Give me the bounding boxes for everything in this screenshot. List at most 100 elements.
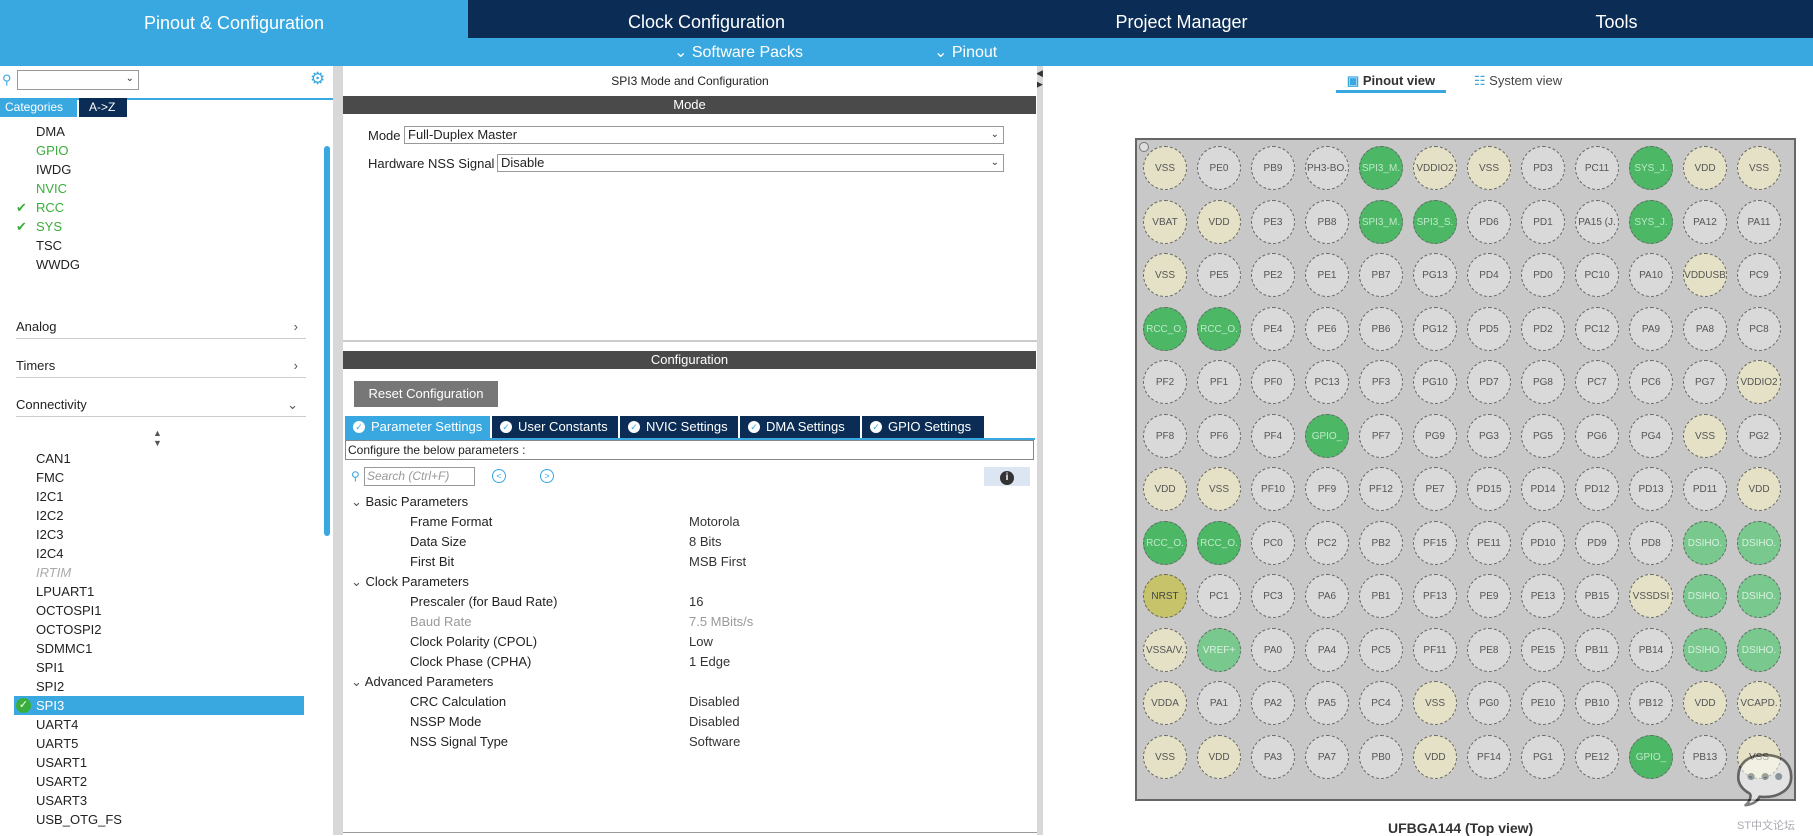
pin-pb1[interactable]: PB1 [1359,574,1403,618]
pin-pf11[interactable]: PF11 [1413,627,1457,672]
collapse-arrow-icon[interactable]: ◀ ▶ [1036,68,1043,90]
pin-pd6[interactable]: PD6 [1467,199,1511,244]
pin-pa8[interactable]: PA8 [1683,306,1727,351]
pin-vssa-v-[interactable]: VSSA/V. [1143,627,1187,672]
gear-icon[interactable]: ⚙ [310,69,325,89]
pin-pg6[interactable]: PG6 [1575,413,1619,458]
pin-vss[interactable]: VSS [1467,146,1511,190]
param-group-header[interactable]: ⌄ Basic Parameters [351,494,468,510]
pin-vss[interactable]: VSS [1737,146,1781,190]
reset-configuration-button[interactable]: Reset Configuration [354,381,498,407]
pin-pb10[interactable]: PB10 [1575,681,1619,725]
pin-vdd[interactable]: VDD [1683,681,1727,725]
tab-dma-settings[interactable]: ✓ DMA Settings [740,416,860,438]
pin-pa4[interactable]: PA4 [1305,627,1349,672]
pin-pa1[interactable]: PA1 [1197,681,1241,725]
pin-pc13[interactable]: PC13 [1305,360,1349,404]
pin-pb8[interactable]: PB8 [1305,199,1349,244]
info-icon[interactable]: i [984,467,1030,486]
tab-tools[interactable]: Tools [1420,6,1813,38]
pin-pe4[interactable]: PE4 [1251,306,1295,351]
pin-pf6[interactable]: PF6 [1197,413,1241,458]
param-group-header[interactable]: ⌄ Clock Parameters [351,574,469,590]
section-timers[interactable]: Timers › [16,358,306,378]
pin-pd11[interactable]: PD11 [1683,467,1727,511]
pin-pc0[interactable]: PC0 [1251,520,1295,565]
pin-vdd[interactable]: VDD [1737,467,1781,511]
section-analog[interactable]: Analog › [16,319,306,339]
pin-pe9[interactable]: PE9 [1467,574,1511,618]
previous-icon[interactable]: < [492,469,506,483]
list-item-spi3[interactable]: ✓ SPI3 [14,696,304,715]
pin-dsiho-[interactable]: DSIHO. [1683,520,1727,565]
param-value[interactable]: 7.5 MBits/s [689,614,753,629]
pin-pf8[interactable]: PF8 [1143,413,1187,458]
pin-pd2[interactable]: PD2 [1521,306,1565,351]
list-item-fmc[interactable]: FMC [14,468,304,487]
tab-nvic-settings[interactable]: ✓ NVIC Settings [620,416,738,438]
param-search-input[interactable]: Search (Ctrl+F) [364,467,475,486]
pin-pf4[interactable]: PF4 [1251,413,1295,458]
pin-rcc-o-[interactable]: RCC_O. [1197,520,1241,565]
pin-pb2[interactable]: PB2 [1359,520,1403,565]
pin-pc11[interactable]: PC11 [1575,146,1619,190]
pin-dsiho-[interactable]: DSIHO. [1683,627,1727,672]
list-item-rcc[interactable]: ✔ RCC [14,198,304,217]
pin-pd13[interactable]: PD13 [1629,467,1673,511]
pin-vddusb[interactable]: VDDUSB [1683,253,1727,297]
list-item-can1[interactable]: CAN1 [14,449,304,468]
pin-pc6[interactable]: PC6 [1629,360,1673,404]
param-group-header[interactable]: ⌄ Advanced Parameters [351,674,493,690]
pin-pa2[interactable]: PA2 [1251,681,1295,725]
pin-pb12[interactable]: PB12 [1629,681,1673,725]
param-value[interactable]: Disabled [689,714,740,729]
pin-pf7[interactable]: PF7 [1359,413,1403,458]
tab-clock-configuration[interactable]: Clock Configuration [470,6,943,38]
pin-pc10[interactable]: PC10 [1575,253,1619,297]
pin-vss[interactable]: VSS [1143,734,1187,779]
pin-pa7[interactable]: PA7 [1305,734,1349,779]
param-value[interactable]: 8 Bits [689,534,722,549]
pin-pa15-j-[interactable]: PA15 (J. [1575,199,1619,244]
param-value[interactable]: Motorola [689,514,740,529]
list-item-octospi2[interactable]: OCTOSPI2 [14,620,304,639]
pin-pc5[interactable]: PC5 [1359,627,1403,672]
pin-pc4[interactable]: PC4 [1359,681,1403,725]
pin-rcc-o-[interactable]: RCC_O. [1143,306,1187,351]
tab-parameter-settings[interactable]: ✓ Parameter Settings [345,416,490,438]
pin-rcc-o-[interactable]: RCC_O. [1143,520,1187,565]
pin-pg7[interactable]: PG7 [1683,360,1727,404]
pin-vss[interactable]: VSS [1143,146,1187,190]
pin-pf12[interactable]: PF12 [1359,467,1403,511]
pin-vcapd-[interactable]: VCAPD. [1737,681,1781,725]
pin-pb7[interactable]: PB7 [1359,253,1403,297]
search-input[interactable]: ⌄ [17,70,139,90]
pin-pd12[interactable]: PD12 [1575,467,1619,511]
pin-spi3-s-[interactable]: SPI3_S. [1413,199,1457,244]
pin-pg8[interactable]: PG8 [1521,360,1565,404]
pin-pd15[interactable]: PD15 [1467,467,1511,511]
pin-pe5[interactable]: PE5 [1197,253,1241,297]
pinout-menu[interactable]: ⌄ Pinout [934,42,997,62]
list-item-sdmmc1[interactable]: SDMMC1 [14,639,304,658]
pin-pg4[interactable]: PG4 [1629,413,1673,458]
pin-pe6[interactable]: PE6 [1305,306,1349,351]
section-connectivity[interactable]: Connectivity ⌄ [16,397,306,417]
param-value[interactable]: 16 [689,594,703,609]
pin-gpio-[interactable]: GPIO_ [1629,734,1673,779]
pin-pf3[interactable]: PF3 [1359,360,1403,404]
pin-pf9[interactable]: PF9 [1305,467,1349,511]
list-item-octospi1[interactable]: OCTOSPI1 [14,601,304,620]
list-item-i2c1[interactable]: I2C1 [14,487,304,506]
pin-vdd[interactable]: VDD [1413,734,1457,779]
nss-select[interactable]: Disable ⌄ [497,154,1004,172]
pin-spi3-m-[interactable]: SPI3_M. [1359,146,1403,190]
pin-pc9[interactable]: PC9 [1737,253,1781,297]
pin-vss[interactable]: VSS [1683,413,1727,458]
pin-vss[interactable]: VSS [1197,467,1241,511]
pin-pg9[interactable]: PG9 [1413,413,1457,458]
pin-pd8[interactable]: PD8 [1629,520,1673,565]
pin-sys-j-[interactable]: SYS_J. [1629,146,1673,190]
pin-pe3[interactable]: PE3 [1251,199,1295,244]
pin-pd1[interactable]: PD1 [1521,199,1565,244]
